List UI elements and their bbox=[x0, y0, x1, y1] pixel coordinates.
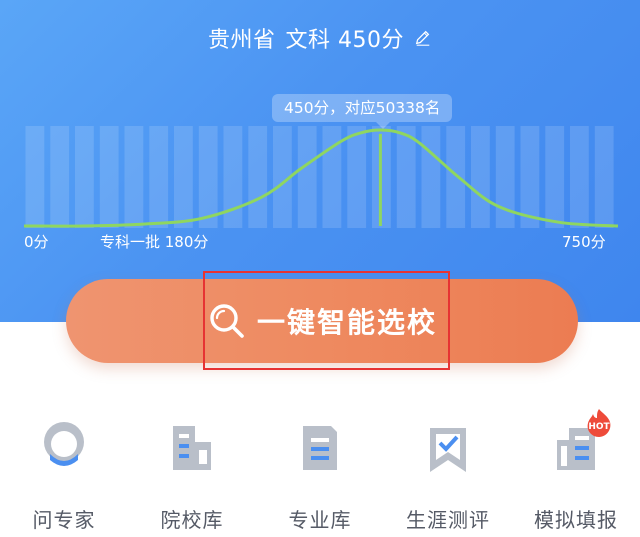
chart-column-stripe bbox=[99, 126, 119, 228]
menu-label-mock-filling: 模拟填报 bbox=[534, 508, 618, 532]
chart-column-stripe bbox=[594, 126, 614, 228]
menu-item-career-assessment[interactable]: 生涯测评 bbox=[384, 412, 512, 537]
menu-item-mock-filling[interactable]: 模拟填报 bbox=[512, 412, 640, 537]
feature-menu: 问专家 院校库 专业库 生涯测评 模拟填报 bbox=[0, 412, 640, 537]
x-max-label: 750分 bbox=[562, 233, 606, 251]
score-title[interactable]: 贵州省 文科 450分 bbox=[0, 22, 640, 54]
chart-column-stripe bbox=[446, 126, 466, 228]
track-score-label: 文科 450分 bbox=[285, 28, 404, 53]
document-icon bbox=[303, 426, 337, 470]
chart-column-stripe bbox=[50, 126, 70, 228]
menu-item-expert[interactable]: 问专家 bbox=[0, 412, 128, 537]
province-label: 贵州省 bbox=[207, 28, 276, 53]
chart-column-stripe bbox=[471, 126, 490, 228]
smart-school-select-button[interactable]: 一键智能选校 bbox=[66, 279, 578, 363]
chart-column-stripe bbox=[520, 126, 540, 228]
chart-column-stripe bbox=[297, 126, 317, 228]
chart-column-stripe bbox=[396, 126, 416, 228]
menu-item-majors[interactable]: 专业库 bbox=[256, 412, 384, 537]
chart-column-stripe bbox=[124, 126, 144, 228]
chart-column-stripe bbox=[75, 126, 94, 228]
menu-label-career-assessment: 生涯测评 bbox=[406, 508, 490, 532]
search-icon bbox=[210, 304, 244, 338]
chart-column-stripe bbox=[248, 126, 268, 228]
score-rank-tooltip: 450分，对应50338名 bbox=[272, 94, 453, 129]
chart-column-stripe bbox=[545, 126, 565, 228]
chart-column-stripe bbox=[421, 126, 441, 228]
chart-column-stripe bbox=[570, 126, 589, 228]
chart-column-stripe bbox=[174, 126, 193, 228]
chart-column-stripe bbox=[149, 126, 169, 228]
chart-column-stripe bbox=[25, 126, 45, 228]
hot-badge-icon: HOT bbox=[587, 409, 611, 437]
menu-label-expert: 问专家 bbox=[32, 508, 96, 532]
hot-badge-text: HOT bbox=[588, 422, 610, 432]
threshold-label: 专科一批 180分 bbox=[100, 233, 209, 251]
expert-icon bbox=[44, 422, 84, 466]
menu-label-colleges: 院校库 bbox=[160, 508, 224, 532]
score-hero-panel: 贵州省 文科 450分 450分，对应50338名 0分 专科一批 180分 7… bbox=[0, 0, 640, 322]
menu-label-majors: 专业库 bbox=[288, 508, 352, 532]
cta-label: 一键智能选校 bbox=[256, 306, 437, 339]
chart-column-stripe bbox=[347, 126, 367, 228]
chart-column-stripe bbox=[198, 126, 218, 228]
buildings-icon bbox=[173, 426, 211, 470]
edit-pencil-icon[interactable] bbox=[414, 29, 432, 47]
x-min-label: 0分 bbox=[24, 233, 49, 251]
bookmark-check-icon bbox=[430, 428, 466, 472]
menu-item-colleges[interactable]: 院校库 bbox=[128, 412, 256, 537]
score-distribution-chart bbox=[23, 126, 619, 228]
